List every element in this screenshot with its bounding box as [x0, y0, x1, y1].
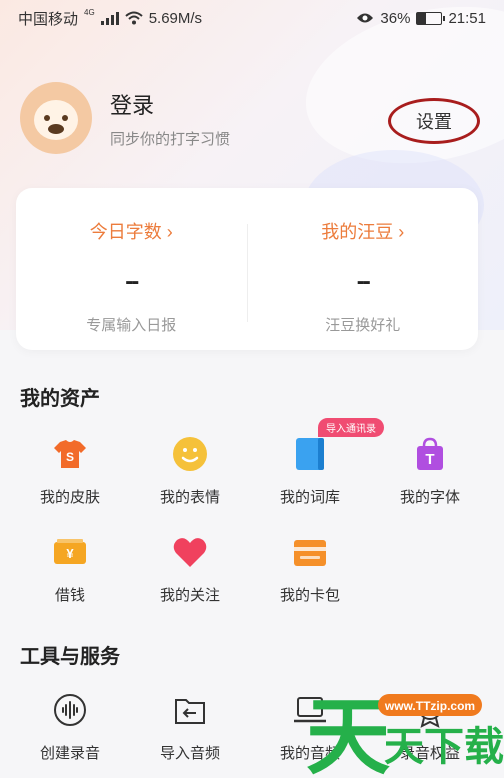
stat-value: -- — [125, 268, 139, 295]
eye-icon — [357, 13, 374, 23]
grid-item-label: 我的字体 — [399, 489, 460, 506]
tools-section-title: 工具与服务 — [20, 646, 120, 668]
wifi-icon — [125, 11, 143, 25]
network-type: 4G — [84, 7, 95, 17]
signal-icon — [100, 11, 119, 25]
svg-text:天下载: 天下载 — [384, 724, 504, 770]
grid-item-follow[interactable]: 我的关注 — [140, 534, 240, 605]
grid-item-label: 我的卡包 — [279, 587, 340, 604]
grid-item-label: 借钱 — [54, 587, 85, 604]
settings-button[interactable]: 设置 — [388, 98, 480, 144]
grid-item-emoji[interactable]: 我的表情 — [140, 436, 240, 507]
grid-item-skin[interactable]: S 我的皮肤 — [20, 436, 120, 507]
shirt-icon: S — [54, 440, 86, 468]
login-title[interactable]: 登录 — [110, 88, 230, 120]
ttzip-logo-icon: 天 www.TTzip.com 天下载 — [306, 688, 504, 778]
battery-percent: 36% — [380, 9, 411, 27]
tool-create-recording[interactable]: 创建录音 — [20, 692, 120, 763]
stat-subtitle: 汪豆换好礼 — [325, 317, 401, 334]
grid-item-label: 我的皮肤 — [39, 489, 100, 506]
grid-item-font[interactable]: T 我的字体 — [380, 436, 480, 507]
network-speed: 5.69M/s — [148, 9, 203, 27]
grid-item-label: 我的关注 — [159, 587, 220, 604]
battery-fill — [417, 12, 427, 24]
smiley-icon — [173, 437, 207, 471]
stats-card: 今日字数 › -- 专属输入日报 我的汪豆 › -- 汪豆换好礼 — [16, 188, 478, 350]
import-audio-icon — [175, 699, 205, 724]
login-subtitle: 同步你的打字习惯 — [110, 130, 231, 148]
assets-section-title: 我的资产 — [20, 388, 100, 410]
svg-text:S: S — [66, 450, 74, 464]
import-contacts-badge[interactable]: 导入通讯录 — [318, 418, 384, 437]
tool-label: 创建录音 — [39, 745, 100, 762]
login-block[interactable]: 登录 同步你的打字习惯 — [110, 88, 230, 149]
svg-text:天: 天 — [306, 688, 390, 778]
battery-icon — [416, 11, 446, 25]
svg-text:¥: ¥ — [66, 546, 74, 561]
font-bag-icon: T — [417, 437, 443, 470]
chevron-right-icon: › — [398, 222, 405, 242]
grid-item-label: 我的表情 — [159, 489, 220, 506]
book-icon — [296, 438, 324, 470]
status-bar: 中国移动 4G 5.69M/s 36% 21:51 — [0, 0, 504, 36]
clock: 21:51 — [448, 9, 486, 27]
stat-title: 今日字数 › — [89, 222, 173, 242]
grid-item-cards[interactable]: 我的卡包 — [260, 534, 360, 605]
avatar-eye — [62, 115, 68, 121]
heart-icon — [173, 538, 207, 567]
ttzip-watermark: 天 www.TTzip.com 天下载 — [300, 680, 504, 778]
avatar[interactable] — [20, 82, 92, 154]
stat-subtitle: 专属输入日报 — [86, 317, 177, 334]
today-words-stat[interactable]: 今日字数 › -- 专属输入日报 — [16, 188, 247, 350]
avatar-eye — [44, 115, 50, 121]
voice-record-icon — [54, 694, 86, 726]
grid-item-lexicon[interactable]: 我的词库 — [260, 436, 360, 507]
stat-title: 我的汪豆 › — [321, 222, 405, 242]
tool-label: 导入音频 — [159, 745, 220, 762]
chevron-right-icon: › — [166, 222, 173, 242]
carrier-label: 中国移动 — [18, 10, 79, 28]
svg-text:T: T — [425, 451, 434, 468]
grid-item-label: 我的词库 — [279, 489, 340, 506]
avatar-nose — [48, 124, 64, 134]
stat-value: -- — [356, 268, 371, 295]
card-icon — [294, 540, 326, 566]
avatar-face — [34, 100, 78, 140]
svg-text:www.TTzip.com: www.TTzip.com — [384, 699, 475, 713]
grid-item-loan[interactable]: ¥ 借钱 — [20, 534, 120, 605]
profile-header: 登录 同步你的打字习惯 设置 — [20, 78, 484, 158]
money-icon: ¥ — [54, 539, 86, 564]
tool-import-audio[interactable]: 导入音频 — [140, 692, 240, 763]
wangdou-stat[interactable]: 我的汪豆 › -- 汪豆换好礼 — [248, 188, 479, 350]
